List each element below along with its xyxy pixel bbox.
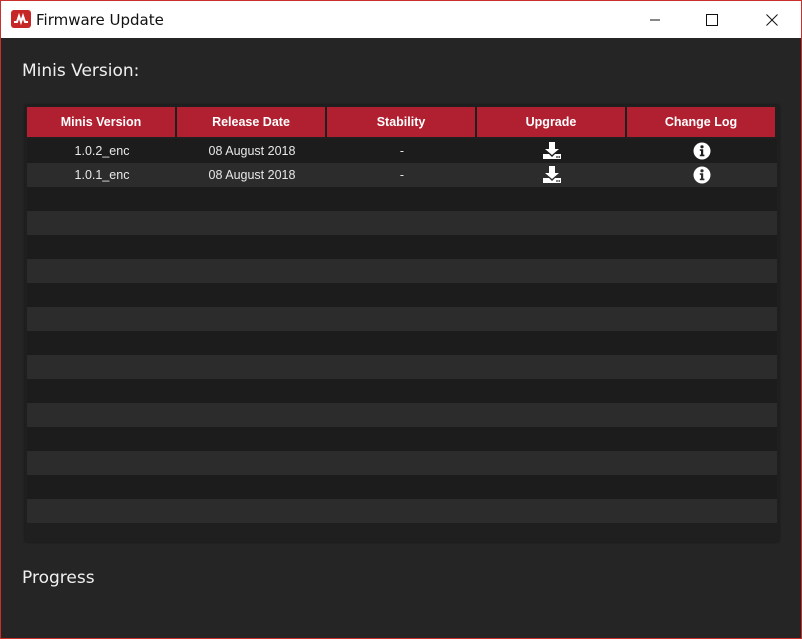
table-body: 1.0.2_enc 08 August 2018 - 1.0.1_enc 08 …: [27, 139, 777, 523]
empty-row: [27, 283, 777, 307]
firmware-update-window: Firmware Update Minis Version: Minis Ver…: [0, 0, 802, 639]
version-cell: 1.0.2_enc: [74, 144, 130, 158]
minimize-icon: [650, 19, 660, 20]
info-icon: [693, 142, 711, 160]
empty-row: [27, 499, 777, 523]
empty-row: [27, 235, 777, 259]
download-icon: [543, 166, 561, 183]
close-icon: [766, 13, 778, 26]
app-logo-icon: [11, 10, 31, 28]
version-cell: 1.0.1_enc: [74, 168, 130, 182]
maximize-icon: [706, 13, 718, 26]
download-icon: [543, 142, 561, 159]
column-header-change-log[interactable]: Change Log: [627, 107, 775, 137]
upgrade-button[interactable]: [477, 139, 627, 163]
firmware-versions-table: Minis Version Release Date Stability Upg…: [25, 105, 779, 542]
change-log-button[interactable]: [627, 139, 777, 163]
info-icon: [693, 166, 711, 184]
empty-row: [27, 403, 777, 427]
column-header-upgrade[interactable]: Upgrade: [477, 107, 625, 137]
empty-row: [27, 475, 777, 499]
maximize-button[interactable]: [689, 1, 735, 38]
minimize-button[interactable]: [632, 1, 678, 38]
table-header-row: Minis Version Release Date Stability Upg…: [27, 107, 777, 137]
progress-section-title: Progress: [22, 568, 95, 588]
table-row[interactable]: 1.0.2_enc 08 August 2018 -: [27, 139, 777, 163]
table-row[interactable]: 1.0.1_enc 08 August 2018 -: [27, 163, 777, 187]
title-bar: Firmware Update: [1, 1, 801, 38]
column-header-stability[interactable]: Stability: [327, 107, 475, 137]
release-date-cell: 08 August 2018: [208, 144, 296, 158]
empty-row: [27, 427, 777, 451]
empty-row: [27, 331, 777, 355]
empty-row: [27, 355, 777, 379]
upgrade-button[interactable]: [477, 163, 627, 187]
column-header-version[interactable]: Minis Version: [27, 107, 175, 137]
column-header-release-date[interactable]: Release Date: [177, 107, 325, 137]
release-date-cell: 08 August 2018: [208, 168, 296, 182]
versions-section-title: Minis Version:: [22, 61, 140, 81]
empty-row: [27, 307, 777, 331]
empty-row: [27, 259, 777, 283]
close-button[interactable]: [749, 1, 795, 38]
change-log-button[interactable]: [627, 163, 777, 187]
empty-row: [27, 451, 777, 475]
window-title: Firmware Update: [36, 11, 164, 29]
stability-cell: -: [399, 144, 405, 158]
stability-cell: -: [399, 168, 405, 182]
empty-row: [27, 379, 777, 403]
empty-row: [27, 187, 777, 211]
empty-row: [27, 211, 777, 235]
